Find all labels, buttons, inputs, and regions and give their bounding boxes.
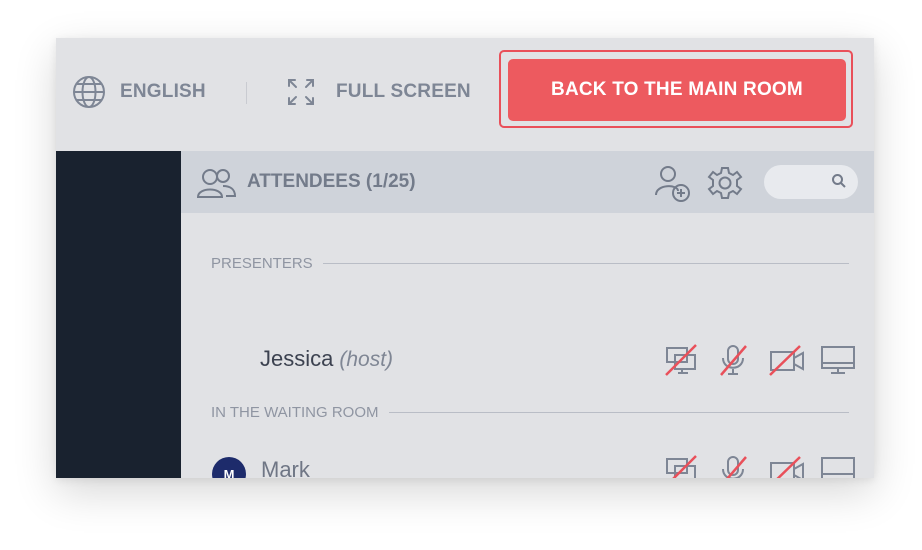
- mic-off-icon[interactable]: [716, 342, 768, 378]
- attendee-row[interactable]: M Mark: [181, 449, 874, 478]
- mic-off-icon[interactable]: [716, 453, 768, 478]
- screen-icon[interactable]: [820, 453, 872, 478]
- attendee-role: (host): [339, 348, 394, 371]
- attendee-controls: [664, 453, 872, 478]
- presenter-off-icon[interactable]: [664, 342, 716, 378]
- attendee-name-text: Jessica: [260, 346, 334, 371]
- section-title: IN THE WAITING ROOM: [211, 404, 379, 421]
- attendees-title: ATTENDEES (1/25): [247, 171, 416, 192]
- attendees-icon: [196, 169, 237, 198]
- expand-icon: [288, 79, 314, 105]
- attendee-row[interactable]: Jessica (host): [181, 338, 874, 382]
- section-title: PRESENTERS: [211, 255, 313, 272]
- section-divider: [388, 412, 849, 413]
- camera-off-icon[interactable]: [768, 342, 820, 378]
- divider: [246, 82, 247, 104]
- presenter-off-icon[interactable]: [664, 453, 716, 478]
- top-bar: ENGLISH FULL SCREEN BACK TO THE MAIN ROO…: [56, 38, 874, 151]
- add-person-icon[interactable]: [654, 165, 694, 203]
- gear-icon[interactable]: [707, 165, 743, 201]
- section-divider: [322, 263, 849, 264]
- attendee-name: Jessica (host): [260, 346, 393, 372]
- language-selector[interactable]: ENGLISH: [72, 76, 206, 108]
- meeting-window: ENGLISH FULL SCREEN BACK TO THE MAIN ROO…: [56, 38, 874, 478]
- camera-off-icon[interactable]: [768, 453, 820, 478]
- attendees-header: ATTENDEES (1/25): [181, 151, 874, 213]
- attendees-panel: ATTENDEES (1/25) PRESENTERS Jessica (hos…: [181, 151, 874, 478]
- attendee-controls: [664, 342, 872, 378]
- attendee-name: Mark: [261, 457, 310, 478]
- section-header-waiting-room: IN THE WAITING ROOM: [211, 404, 849, 421]
- language-label: ENGLISH: [120, 81, 206, 102]
- fullscreen-button[interactable]: FULL SCREEN: [286, 78, 471, 106]
- globe-icon: [73, 76, 105, 108]
- left-sidebar: [56, 151, 181, 478]
- back-to-main-room-button[interactable]: BACK TO THE MAIN ROOM: [508, 59, 846, 121]
- section-header-presenters: PRESENTERS: [211, 255, 849, 272]
- search-icon: [832, 174, 846, 188]
- avatar: M: [212, 457, 246, 478]
- fullscreen-label: FULL SCREEN: [336, 81, 471, 102]
- screen-icon[interactable]: [820, 342, 872, 378]
